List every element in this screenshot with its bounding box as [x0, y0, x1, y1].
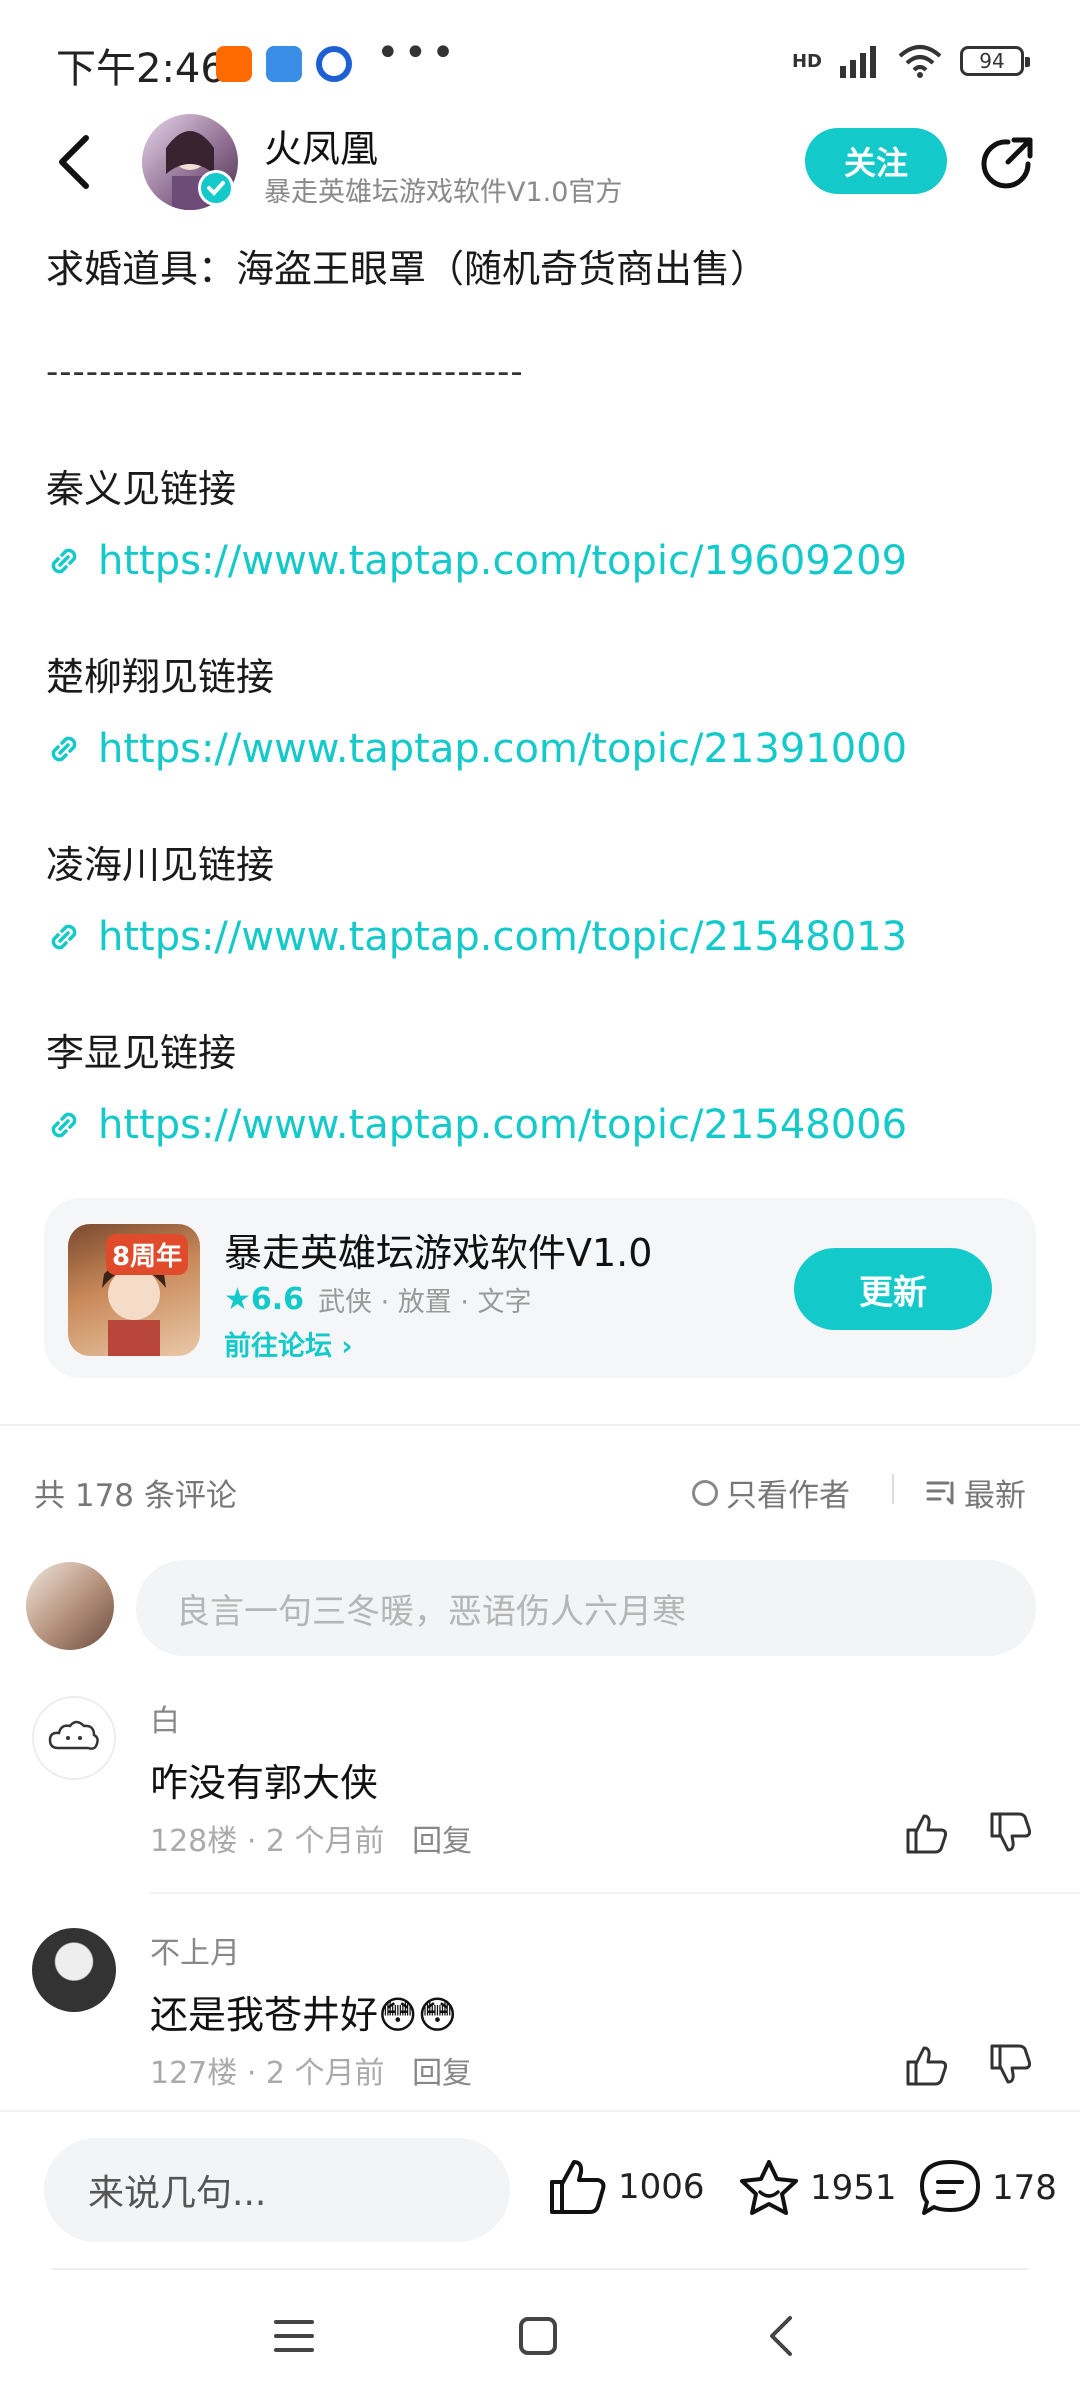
chevron-right-icon: ›: [341, 1331, 353, 1362]
entry-link-qinyi[interactable]: https://www.taptap.com/topic/19609209: [46, 538, 907, 584]
comment-avatar[interactable]: [32, 1696, 116, 1780]
section-divider: [0, 1424, 1080, 1426]
verified-icon: [198, 170, 234, 206]
comment-meta: 128楼 · 2 个月前 回复: [150, 1816, 472, 1860]
signal-icon: [840, 46, 876, 78]
comment-input[interactable]: 良言一句三冬暖，恶语伤人六月寒: [136, 1560, 1036, 1656]
nav-back-icon[interactable]: [764, 2314, 800, 2358]
my-avatar: [26, 1562, 114, 1650]
sort-toggle[interactable]: 最新: [926, 1470, 1026, 1515]
favorite-count: 1951: [810, 2168, 897, 2208]
separator-line: ------------------------------------: [46, 352, 524, 392]
menu-icon[interactable]: [272, 2316, 316, 2356]
only-author-label[interactable]: 只看作者: [726, 1470, 850, 1515]
battery-icon: 94: [960, 46, 1030, 76]
battery-level: 94: [979, 49, 1005, 73]
meta-dot: ·: [246, 2056, 266, 2091]
link-url[interactable]: https://www.taptap.com/topic/19609209: [98, 538, 907, 584]
anniversary-badge: 8周年: [106, 1234, 189, 1275]
app-meta: ★6.6 武侠 · 放置 · 文字: [224, 1280, 532, 1319]
thumbs-down-icon[interactable]: [988, 2042, 1034, 2088]
follow-button[interactable]: 关注: [805, 128, 947, 194]
like-icon: [550, 2160, 606, 2214]
go-to-forum-link[interactable]: 前往论坛 ›: [224, 1324, 353, 1363]
system-nav-bar: [0, 2276, 1080, 2400]
status-bar: 下午2:46 ••• HD 94: [0, 0, 1080, 120]
app-icon[interactable]: 8周年: [68, 1224, 200, 1356]
link-icon: [51, 736, 77, 762]
app-title[interactable]: 暴走英雄坛游戏软件V1.0: [224, 1222, 652, 1277]
comment-username[interactable]: 白: [150, 1696, 180, 1740]
meta-dot: ·: [246, 1824, 266, 1859]
comment-count-bottom: 178: [992, 2168, 1057, 2208]
favorite-button[interactable]: 1951: [738, 2158, 897, 2218]
cloud-avatar-icon: [48, 1720, 99, 1750]
hd-label: HD: [791, 50, 822, 72]
thumbs-up-icon[interactable]: [904, 2042, 950, 2088]
comment-meta: 127楼 · 2 个月前 回复: [150, 2048, 472, 2092]
nav-separator: [52, 2268, 1028, 2270]
thumbs-down-icon[interactable]: [988, 1810, 1034, 1856]
rating-value: 6.6: [250, 1282, 305, 1317]
link-icon: [51, 548, 77, 574]
link-icon: [51, 1112, 77, 1138]
author-subtitle: 暴走英雄坛游戏软件V1.0官方: [264, 177, 623, 208]
forum-link-label[interactable]: 前往论坛: [224, 1331, 332, 1362]
app-card[interactable]: 8周年 暴走英雄坛游戏软件V1.0 ★6.6 武侠 · 放置 · 文字 前往论坛…: [44, 1198, 1036, 1378]
comment-count: 共 178 条评论: [34, 1478, 237, 1514]
entry-link-lixian[interactable]: https://www.taptap.com/topic/21548006: [46, 1102, 907, 1148]
home-icon[interactable]: [516, 2314, 560, 2358]
sort-label[interactable]: 最新: [964, 1470, 1026, 1515]
comment-username[interactable]: 不上月: [150, 1928, 240, 1972]
radio-icon[interactable]: [692, 1479, 718, 1506]
reply-button[interactable]: 回复: [412, 2056, 472, 2091]
entry-link-linghaichuan[interactable]: https://www.taptap.com/topic/21548013: [46, 914, 907, 960]
link-icon: [51, 924, 77, 950]
browser-app-icon: [316, 46, 352, 82]
comment-avatar[interactable]: [32, 1928, 116, 2012]
entry-label-chuliuxiang: 楚柳翔见链接: [46, 655, 275, 699]
app-rating: ★6.6: [224, 1282, 304, 1317]
filter-separator: [892, 1474, 894, 1504]
comment-bubble-icon: [920, 2160, 980, 2215]
comment-time: 2 个月前: [265, 1824, 385, 1859]
entry-label-lixian: 李显见链接: [46, 1031, 237, 1075]
entry-link-chuliuxiang[interactable]: https://www.taptap.com/topic/21391000: [46, 726, 907, 772]
more-notifications-icon: •••: [376, 30, 459, 76]
back-icon[interactable]: [52, 130, 96, 194]
status-time: 下午2:46: [56, 46, 226, 92]
link-url[interactable]: https://www.taptap.com/topic/21548006: [98, 1102, 907, 1148]
comment-text: 还是我苍井好😳😳: [150, 1993, 458, 2037]
reply-button[interactable]: 回复: [412, 1824, 472, 1859]
entry-label-linghaichuan: 凌海川见链接: [46, 843, 275, 887]
status-right: HD 94: [791, 44, 1030, 78]
app-tags: 武侠 · 放置 · 文字: [318, 1287, 532, 1318]
star-outline-icon: [740, 2160, 798, 2215]
mi-app-icon: [216, 46, 252, 82]
comment-floor: 128楼: [150, 1824, 238, 1859]
link-url[interactable]: https://www.taptap.com/topic/21548013: [98, 914, 907, 960]
comment-divider: [150, 1892, 1080, 1894]
wallet-app-icon: [266, 46, 302, 82]
comment-time: 2 个月前: [265, 2056, 385, 2091]
link-url[interactable]: https://www.taptap.com/topic/21391000: [98, 726, 907, 772]
comments-button[interactable]: 178: [918, 2158, 1057, 2218]
say-something-input[interactable]: 来说几句...: [44, 2138, 510, 2242]
only-author-toggle[interactable]: 只看作者: [692, 1470, 850, 1515]
author-name[interactable]: 火凤凰: [264, 118, 378, 173]
update-button[interactable]: 更新: [794, 1248, 992, 1330]
comment-floor: 127楼: [150, 2056, 238, 2091]
proposal-item-text: 求婚道具：海盗王眼罩（随机奇货商出售）: [46, 247, 769, 291]
wifi-icon: [898, 45, 942, 78]
like-count: 1006: [618, 2167, 705, 2207]
entry-label-qinyi: 秦义见链接: [46, 467, 237, 511]
share-icon[interactable]: [976, 132, 1038, 194]
star-icon: ★: [224, 1282, 251, 1317]
like-button[interactable]: 1006: [548, 2158, 705, 2216]
sort-icon: [926, 1481, 954, 1504]
thumbs-up-icon[interactable]: [904, 1810, 950, 1856]
comment-text: 咋没有郭大侠: [150, 1761, 379, 1805]
